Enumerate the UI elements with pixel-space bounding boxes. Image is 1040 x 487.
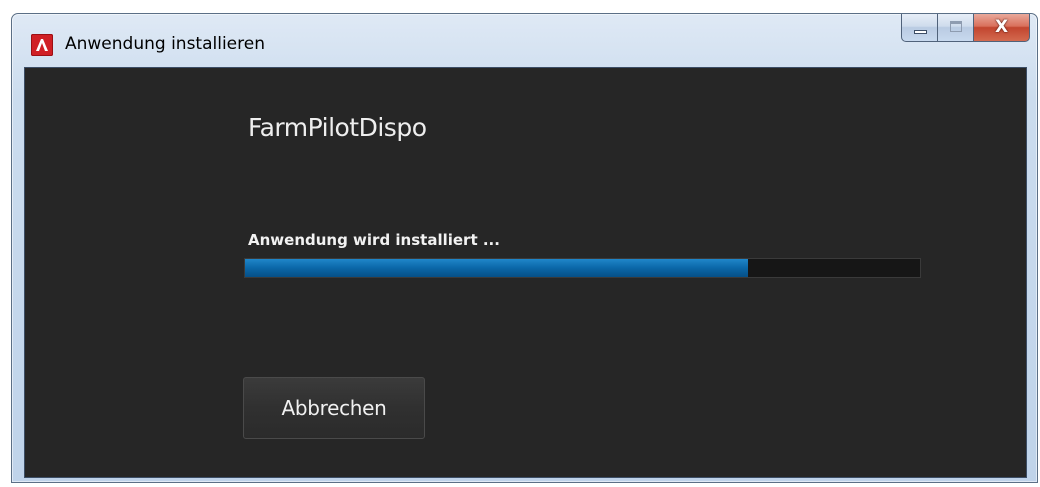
minimize-button[interactable] [901,14,938,42]
installer-window: Anwendung installieren X FarmPilotDispo … [11,13,1038,483]
adobe-air-icon [31,34,53,56]
maximize-button[interactable] [938,14,974,42]
installer-content: FarmPilotDispo Anwendung wird installier… [24,67,1027,478]
caption-buttons: X [901,14,1030,42]
progress-bar [244,258,921,278]
maximize-icon [950,21,962,32]
progress-fill [245,259,748,277]
cancel-button[interactable]: Abbrechen [243,377,425,439]
application-name: FarmPilotDispo [248,113,427,142]
install-status: Anwendung wird installiert ... [248,231,500,249]
title-bar[interactable]: Anwendung installieren X [12,14,1037,66]
close-icon: X [994,17,1009,37]
window-title: Anwendung installieren [65,34,265,54]
close-button[interactable]: X [974,14,1030,42]
minimize-icon [914,30,927,34]
